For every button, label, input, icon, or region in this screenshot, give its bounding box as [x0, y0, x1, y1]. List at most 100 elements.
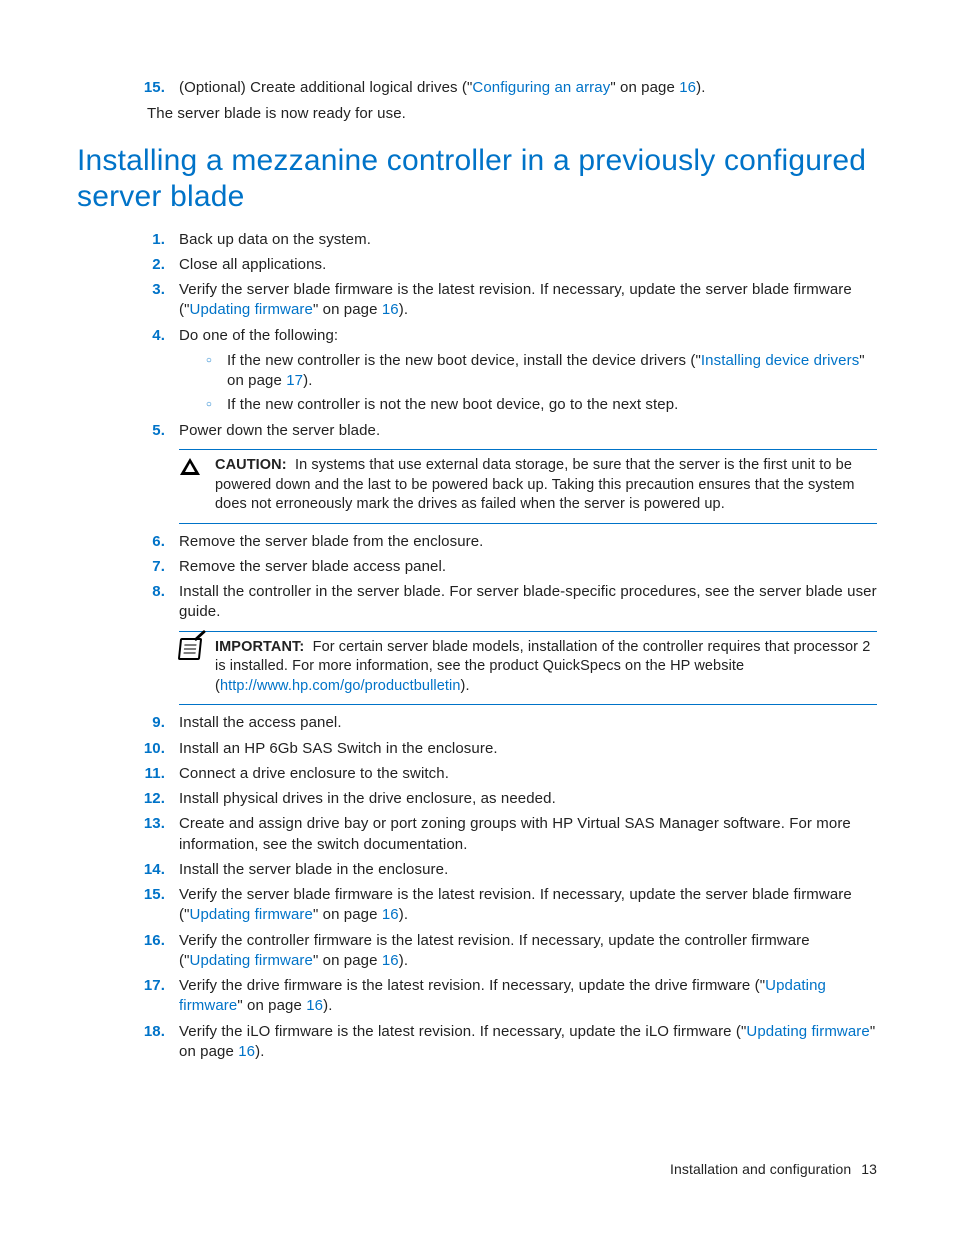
step-number: 5.: [137, 421, 165, 441]
text-fragment: ).: [696, 79, 705, 96]
step-number: 16.: [137, 931, 165, 951]
page-ref-link[interactable]: 16: [382, 906, 399, 923]
page-ref-link[interactable]: 16: [382, 301, 399, 318]
bullet-icon: ○: [203, 351, 215, 371]
text-fragment: If the new controller is the new boot de…: [227, 352, 701, 369]
step-1: 1. Back up data on the system.: [137, 230, 877, 250]
step-text: Verify the server blade firmware is the …: [179, 885, 877, 926]
step-text: Install physical drives in the drive enc…: [179, 789, 877, 809]
step-number: 17.: [137, 976, 165, 996]
step-number: 1.: [137, 230, 165, 250]
prior-step-15: 15. (Optional) Create additional logical…: [137, 78, 877, 98]
caution-icon: [179, 456, 201, 478]
text-fragment: ).: [399, 301, 408, 318]
page-ref-link[interactable]: 16: [382, 952, 399, 969]
text-fragment: " on page: [610, 79, 679, 96]
step-text: Connect a drive enclosure to the switch.: [179, 764, 877, 784]
step-11: 11. Connect a drive enclosure to the swi…: [137, 764, 877, 784]
footer-page-number: 13: [861, 1161, 877, 1177]
step-10: 10. Install an HP 6Gb SAS Switch in the …: [137, 739, 877, 759]
step-14: 14. Install the server blade in the encl…: [137, 860, 877, 880]
step-4a: ○ If the new controller is the new boot …: [203, 351, 877, 392]
step-number: 2.: [137, 255, 165, 275]
link-configuring-an-array[interactable]: Configuring an array: [472, 79, 610, 96]
step-2: 2. Close all applications.: [137, 255, 877, 275]
caution-callout: CAUTION: In systems that use external da…: [179, 449, 877, 524]
step-text: Verify the drive firmware is the latest …: [179, 976, 877, 1017]
step-16: 16. Verify the controller firmware is th…: [137, 931, 877, 972]
text-fragment: ).: [399, 906, 408, 923]
step-text: Verify the controller firmware is the la…: [179, 931, 877, 972]
step-number: 15.: [137, 78, 165, 98]
step-number: 15.: [137, 885, 165, 905]
step-text: Install an HP 6Gb SAS Switch in the encl…: [179, 739, 877, 759]
step-text: Do one of the following:: [179, 326, 877, 346]
text-fragment: ).: [323, 997, 332, 1014]
step-13: 13. Create and assign drive bay or port …: [137, 814, 877, 855]
step-text: Remove the server blade access panel.: [179, 557, 877, 577]
link-updating-firmware[interactable]: Updating firmware: [190, 301, 313, 318]
step-number: 7.: [137, 557, 165, 577]
step-number: 3.: [137, 280, 165, 300]
section-heading: Installing a mezzanine controller in a p…: [77, 143, 877, 216]
caution-text: In systems that use external data storag…: [215, 457, 855, 512]
step-4b: ○ If the new controller is not the new b…: [203, 395, 877, 415]
page-ref-link[interactable]: 17: [286, 372, 303, 389]
step-15: 15. Verify the server blade firmware is …: [137, 885, 877, 926]
text-fragment: " on page: [313, 301, 382, 318]
step-number: 6.: [137, 532, 165, 552]
step-text: Verify the iLO firmware is the latest re…: [179, 1022, 877, 1063]
page-ref-link[interactable]: 16: [238, 1043, 255, 1060]
page-content: 15. (Optional) Create additional logical…: [77, 78, 877, 1067]
caution-lead: CAUTION:: [215, 457, 287, 473]
step-text: Verify the server blade firmware is the …: [179, 280, 877, 321]
step-text: Power down the server blade.: [179, 421, 877, 441]
text-fragment: ).: [255, 1043, 264, 1060]
step-12: 12. Install physical drives in the drive…: [137, 789, 877, 809]
step-text: Install the access panel.: [179, 713, 877, 733]
step-number: 13.: [137, 814, 165, 834]
step-text: Remove the server blade from the enclosu…: [179, 532, 877, 552]
page-ref-link[interactable]: 16: [306, 997, 323, 1014]
text-fragment: " on page: [237, 997, 306, 1014]
page-ref-link[interactable]: 16: [679, 79, 696, 96]
step-number: 12.: [137, 789, 165, 809]
step-number: 11.: [137, 764, 165, 784]
step-number: 9.: [137, 713, 165, 733]
link-installing-device-drivers[interactable]: Installing device drivers: [701, 352, 859, 369]
link-updating-firmware[interactable]: Updating firmware: [746, 1023, 869, 1040]
link-updating-firmware[interactable]: Updating firmware: [190, 952, 313, 969]
step-text: Close all applications.: [179, 255, 877, 275]
text-fragment: Verify the drive firmware is the latest …: [179, 977, 765, 994]
step-17: 17. Verify the drive firmware is the lat…: [137, 976, 877, 1017]
step-text: If the new controller is not the new boo…: [227, 395, 877, 415]
step-4: 4. Do one of the following:: [137, 326, 877, 346]
text-fragment: " on page: [313, 906, 382, 923]
step-text: (Optional) Create additional logical dri…: [179, 78, 877, 98]
step-number: 14.: [137, 860, 165, 880]
step-number: 10.: [137, 739, 165, 759]
important-icon: [179, 638, 201, 660]
step-text: If the new controller is the new boot de…: [227, 351, 877, 392]
text-fragment: " on page: [313, 952, 382, 969]
text-fragment: Verify the iLO firmware is the latest re…: [179, 1023, 746, 1040]
text-fragment: ).: [399, 952, 408, 969]
step-text: Back up data on the system.: [179, 230, 877, 250]
important-body: IMPORTANT: For certain server blade mode…: [215, 638, 877, 697]
page-footer: Installation and configuration13: [670, 1160, 877, 1179]
step-9: 9. Install the access panel.: [137, 713, 877, 733]
step-text: Install the server blade in the enclosur…: [179, 860, 877, 880]
text-fragment: (Optional) Create additional logical dri…: [179, 79, 472, 96]
text-fragment: ).: [303, 372, 312, 389]
link-product-bulletin[interactable]: http://www.hp.com/go/productbulletin: [220, 678, 461, 694]
step-text: Create and assign drive bay or port zoni…: [179, 814, 877, 855]
step-5: 5. Power down the server blade.: [137, 421, 877, 441]
link-updating-firmware[interactable]: Updating firmware: [190, 906, 313, 923]
step-number: 4.: [137, 326, 165, 346]
step-7: 7. Remove the server blade access panel.: [137, 557, 877, 577]
step-18: 18. Verify the iLO firmware is the lates…: [137, 1022, 877, 1063]
important-callout: IMPORTANT: For certain server blade mode…: [179, 631, 877, 706]
caution-body: CAUTION: In systems that use external da…: [215, 456, 877, 515]
step-6: 6. Remove the server blade from the encl…: [137, 532, 877, 552]
step-number: 8.: [137, 582, 165, 602]
